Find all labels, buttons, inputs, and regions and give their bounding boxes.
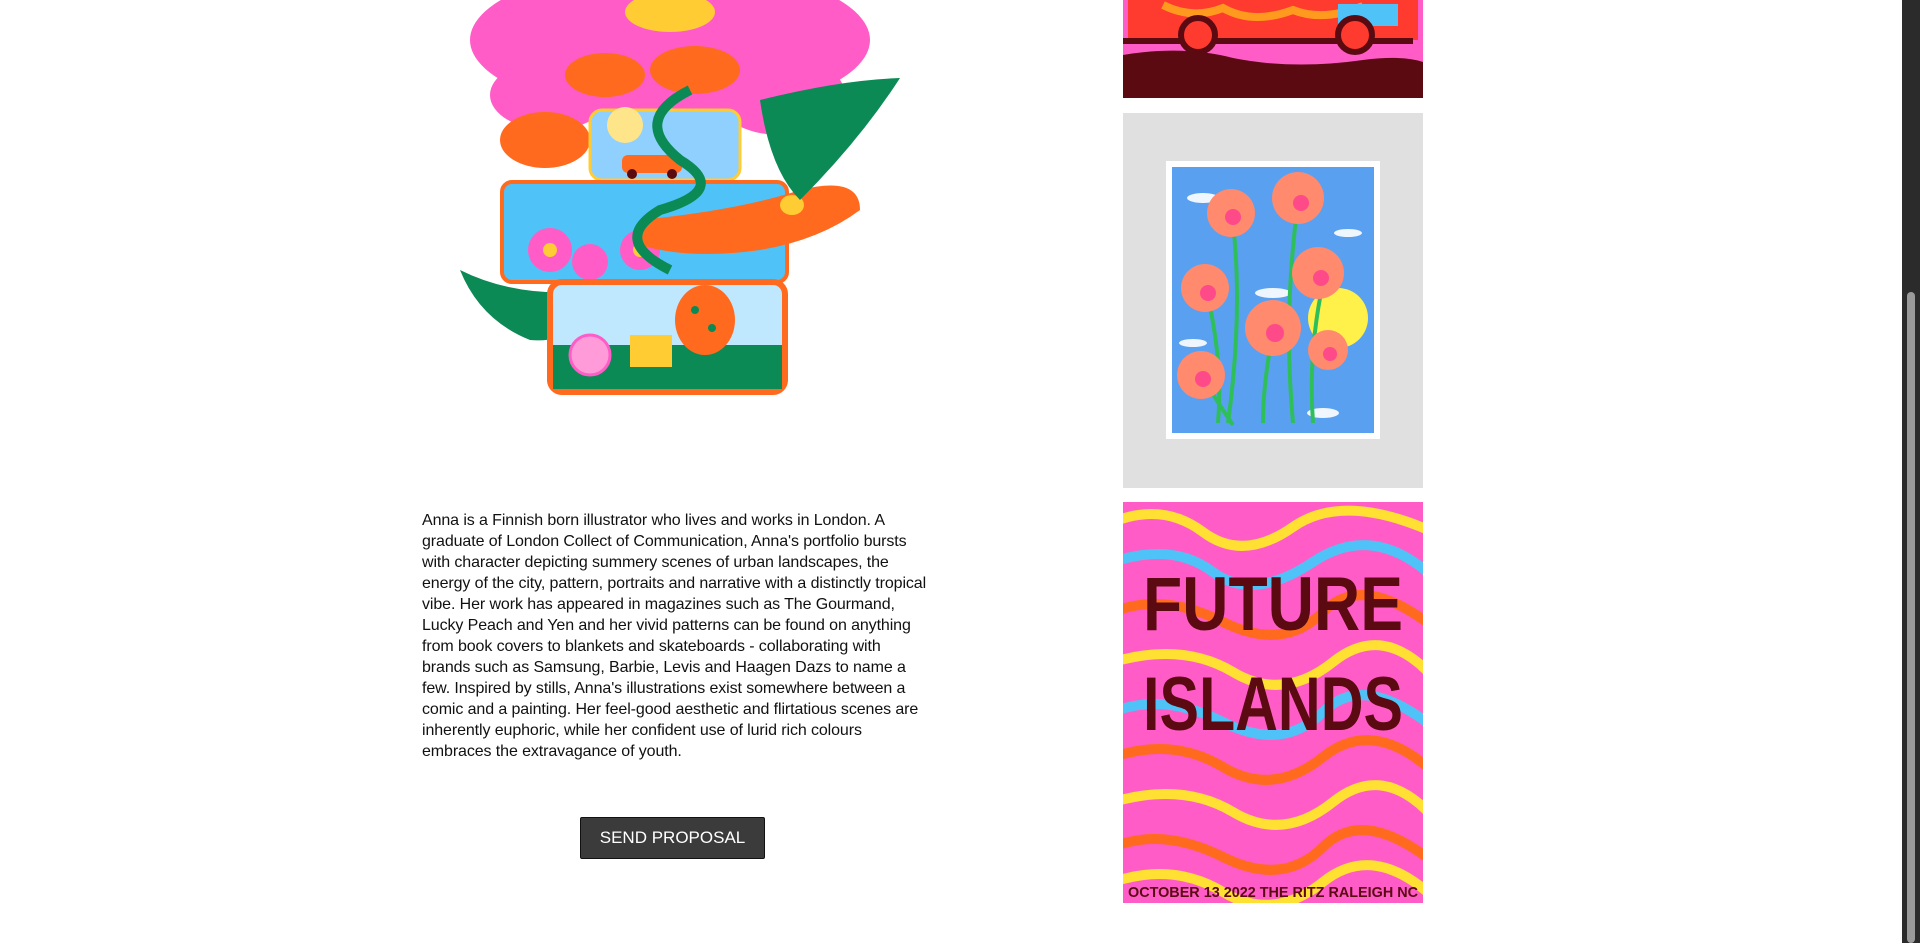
poster-title-line1: FUTURE [1143, 562, 1403, 647]
send-proposal-button[interactable]: SEND PROPOSAL [580, 817, 765, 859]
artwork-poppies-image[interactable] [1123, 113, 1423, 488]
artist-bio: Anna is a Finnish born illustrator who l… [422, 512, 927, 760]
scrollbar-thumb[interactable] [1907, 292, 1915, 943]
page-scrollbar[interactable] [1902, 0, 1920, 943]
artwork-car-image[interactable] [1123, 0, 1423, 98]
poster-footer-text: OCTOBER 13 2022 THE RITZ RALEIGH NC [1128, 884, 1418, 901]
poster-title-line2: ISLANDS [1143, 662, 1403, 747]
hero-illustration [440, 0, 920, 420]
artwork-future-islands-poster[interactable]: FUTURE ISLANDS OCTOBER 13 2022 THE RITZ … [1123, 502, 1423, 903]
